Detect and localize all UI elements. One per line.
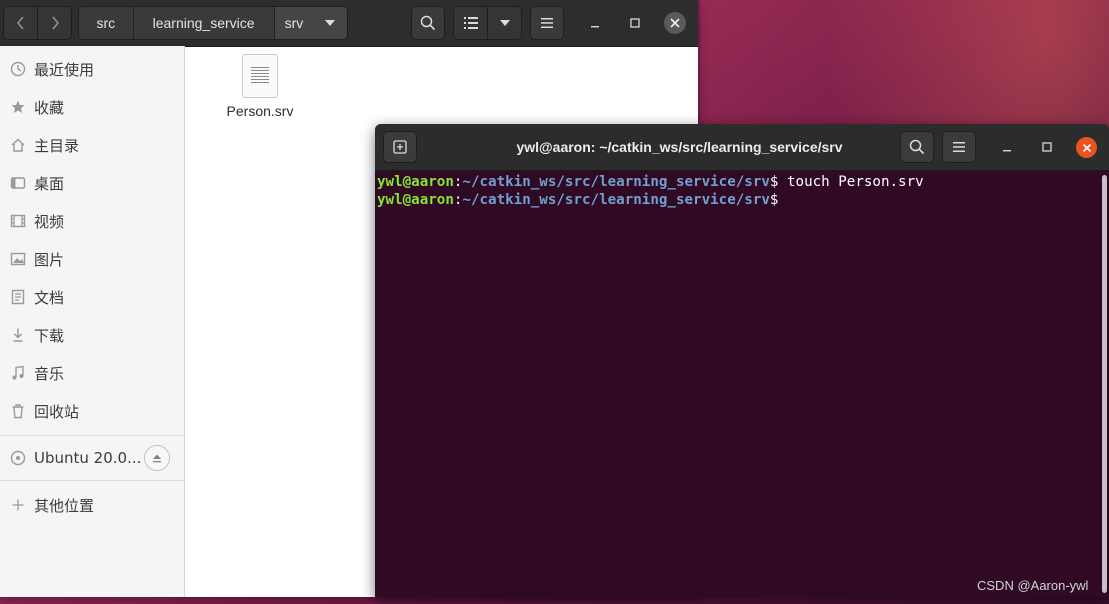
menu-button[interactable] — [530, 6, 564, 40]
command-text: touch Person.srv — [778, 174, 924, 190]
terminal-line: ywl@aaron:~/catkin_ws/src/learning_servi… — [377, 173, 1097, 191]
forward-button[interactable] — [37, 7, 71, 39]
view-options-button[interactable] — [487, 7, 521, 39]
prompt-path: ~/catkin_ws/src/learning_service/srv — [462, 192, 770, 208]
sidebar-item-desktop[interactable]: 桌面 — [0, 164, 184, 202]
sidebar-item-downloads[interactable]: 下载 — [0, 316, 184, 354]
trash-icon — [10, 403, 26, 419]
chevron-left-icon — [16, 16, 24, 30]
file-item[interactable]: Person.srv — [222, 54, 298, 119]
close-icon — [1082, 143, 1091, 152]
sidebar-item-label: 图片 — [34, 250, 65, 269]
breadcrumb-learning-service[interactable]: learning_service — [134, 7, 275, 39]
terminal-line: ywl@aaron:~/catkin_ws/src/learning_servi… — [377, 191, 1097, 209]
sidebar-item-label: 收藏 — [34, 98, 65, 117]
back-button[interactable] — [4, 7, 37, 39]
view-controls — [453, 6, 522, 40]
search-button[interactable] — [411, 6, 445, 40]
minimize-button[interactable] — [584, 12, 606, 34]
caret-down-icon — [499, 20, 510, 26]
watermark: CSDN @Aaron-ywl — [977, 578, 1089, 593]
breadcrumb-menu-button[interactable] — [313, 7, 347, 39]
terminal-maximize-button[interactable] — [1036, 136, 1058, 158]
sidebar-item-label: 其他位置 — [34, 496, 95, 515]
sidebar-item-music[interactable]: 音乐 — [0, 354, 184, 392]
maximize-icon — [1042, 142, 1052, 152]
sidebar-item-other-locations[interactable]: 其他位置 — [0, 486, 184, 524]
sidebar-item-label: 主目录 — [34, 136, 80, 155]
sidebar-item-pictures[interactable]: 图片 — [0, 240, 184, 278]
image-icon — [10, 251, 26, 267]
sidebar-item-label: 音乐 — [34, 364, 65, 383]
terminal-title: ywl@aaron: ~/catkin_ws/src/learning_serv… — [516, 139, 843, 155]
prompt-user: ywl@aaron — [377, 192, 454, 208]
prompt-symbol: $ — [769, 192, 779, 208]
home-icon — [10, 137, 26, 153]
sidebar-item-recent[interactable]: 最近使用 — [0, 50, 184, 88]
download-icon — [10, 327, 26, 343]
maximize-icon — [630, 18, 640, 28]
clock-icon — [10, 61, 26, 77]
desktop-icon — [10, 175, 26, 191]
text-file-icon — [242, 54, 278, 98]
prompt-path: ~/catkin_ws/src/learning_service/srv — [462, 174, 770, 190]
places-sidebar: 最近使用 收藏 主目录 桌面 视频 图片 文档 下载 音乐 回收站 Ubuntu… — [0, 46, 185, 597]
sidebar-divider — [0, 435, 184, 436]
sidebar-item-label: 视频 — [34, 212, 65, 231]
terminal-headerbar: ywl@aaron: ~/catkin_ws/src/learning_serv… — [375, 124, 1109, 171]
terminal-window: ywl@aaron: ~/catkin_ws/src/learning_serv… — [375, 124, 1109, 597]
prompt-user: ywl@aaron — [377, 174, 454, 190]
sidebar-item-starred[interactable]: 收藏 — [0, 88, 184, 126]
sidebar-item-label: 回收站 — [34, 402, 80, 421]
file-name: Person.srv — [226, 103, 294, 119]
history-nav — [3, 6, 72, 40]
eject-icon — [153, 454, 161, 463]
terminal-menu-button[interactable] — [942, 131, 976, 163]
terminal-minimize-button[interactable] — [996, 136, 1018, 158]
minimize-icon — [1003, 150, 1011, 152]
close-icon — [670, 18, 680, 28]
hamburger-icon — [953, 142, 965, 152]
list-view-icon — [463, 17, 478, 29]
terminal-close-button[interactable] — [1076, 137, 1097, 158]
maximize-button[interactable] — [624, 12, 646, 34]
music-icon — [10, 365, 26, 381]
new-tab-button[interactable] — [383, 131, 417, 163]
search-icon — [909, 139, 925, 155]
sidebar-item-trash[interactable]: 回收站 — [0, 392, 184, 430]
breadcrumb-srv[interactable]: srv — [274, 7, 314, 39]
close-button[interactable] — [664, 12, 686, 34]
video-icon — [10, 213, 26, 229]
sidebar-item-videos[interactable]: 视频 — [0, 202, 184, 240]
breadcrumb-src[interactable]: src — [79, 7, 134, 39]
sidebar-item-ubuntu-volume[interactable]: Ubuntu 20.0... — [0, 439, 184, 477]
sidebar-item-label: 桌面 — [34, 174, 65, 193]
sidebar-item-label: 文档 — [34, 288, 65, 307]
eject-button[interactable] — [144, 445, 170, 471]
document-icon — [10, 289, 26, 305]
caret-down-icon — [325, 20, 336, 26]
terminal-search-button[interactable] — [900, 131, 934, 163]
hamburger-icon — [541, 18, 553, 28]
sidebar-item-home[interactable]: 主目录 — [0, 126, 184, 164]
sidebar-item-documents[interactable]: 文档 — [0, 278, 184, 316]
sidebar-item-label: 下载 — [34, 326, 65, 345]
sidebar-item-label: Ubuntu 20.0... — [34, 449, 142, 467]
star-icon — [10, 99, 26, 115]
list-view-button[interactable] — [454, 7, 487, 39]
plus-icon — [10, 497, 26, 513]
files-headerbar: src learning_service srv — [0, 0, 698, 47]
new-tab-icon — [393, 140, 407, 154]
disc-icon — [10, 450, 26, 466]
minimize-icon — [591, 26, 599, 28]
terminal-scrollbar[interactable] — [1102, 175, 1107, 593]
terminal-output[interactable]: ywl@aaron:~/catkin_ws/src/learning_servi… — [375, 171, 1099, 597]
breadcrumb: src learning_service srv — [78, 6, 348, 40]
sidebar-divider — [0, 480, 184, 481]
chevron-right-icon — [51, 16, 59, 30]
search-icon — [420, 15, 436, 31]
sidebar-item-label: 最近使用 — [34, 60, 95, 79]
